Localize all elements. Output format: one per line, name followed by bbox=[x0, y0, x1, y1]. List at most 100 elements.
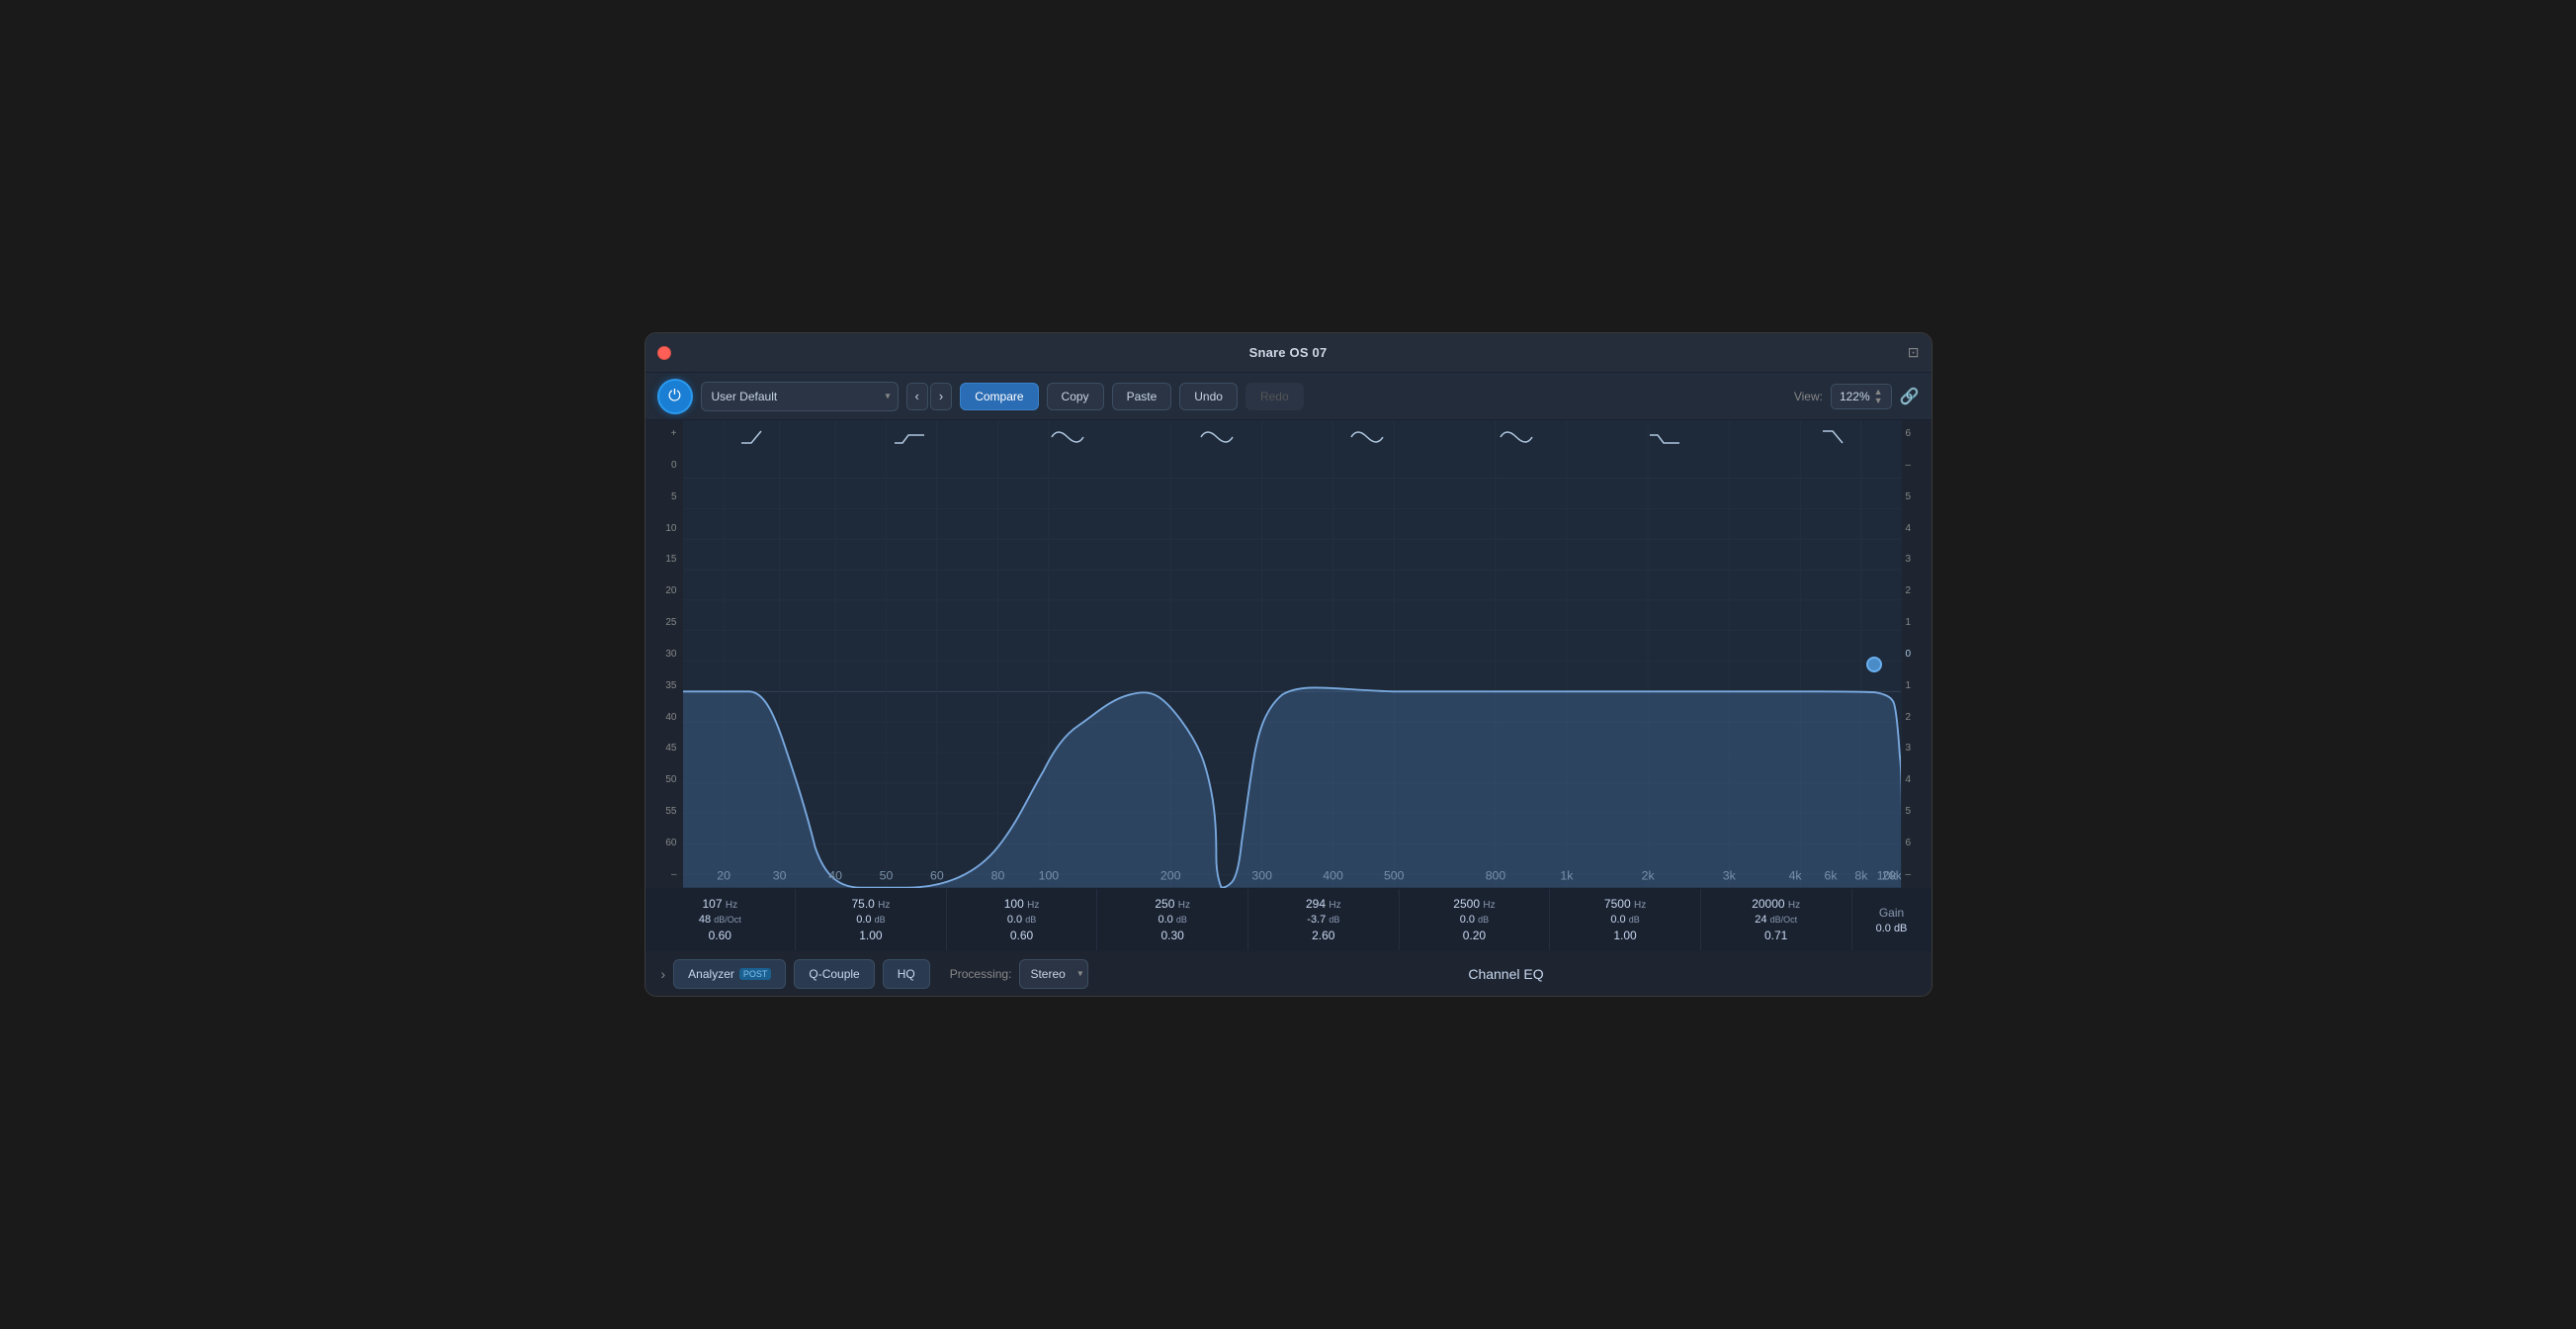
svg-text:4k: 4k bbox=[1788, 868, 1802, 882]
band8-freq: 20000 Hz bbox=[1752, 897, 1800, 911]
svg-text:80: 80 bbox=[990, 868, 1004, 882]
band-col-4: 250 Hz 0.0 dB 0.30 bbox=[1097, 889, 1248, 950]
toolbar: ⏻ User Default ▾ ‹ › Compare Copy Paste … bbox=[645, 373, 1932, 420]
band-icon-lowpass[interactable] bbox=[1805, 425, 1845, 449]
scale-60: 60 bbox=[645, 838, 677, 848]
rscale-6bot: 6 bbox=[1906, 838, 1932, 848]
rscale-5: 5 bbox=[1906, 491, 1932, 502]
rscale-2bot: 2 bbox=[1906, 712, 1932, 723]
eq-canvas[interactable]: 20 30 40 50 60 80 100 200 300 400 500 80… bbox=[683, 420, 1902, 888]
nav-back-button[interactable]: ‹ bbox=[906, 383, 928, 410]
svg-text:50: 50 bbox=[879, 868, 893, 882]
gain-col: Gain 0.0 dB bbox=[1852, 889, 1932, 950]
band-col-1: 107 Hz 48 dB/Oct 0.60 bbox=[645, 889, 797, 950]
link-icon[interactable]: 🔗 bbox=[1900, 387, 1920, 406]
scale-minus: – bbox=[645, 869, 677, 880]
scale-10: 10 bbox=[645, 523, 677, 534]
svg-text:20: 20 bbox=[717, 868, 730, 882]
bottom-title: Channel EQ bbox=[1468, 966, 1543, 982]
svg-text:2k: 2k bbox=[1641, 868, 1655, 882]
scale-35: 35 bbox=[645, 680, 677, 691]
eq-curve-svg[interactable]: 20 30 40 50 60 80 100 200 300 400 500 80… bbox=[683, 420, 1902, 888]
gain-handle[interactable] bbox=[1866, 657, 1882, 672]
band8-q: 0.71 bbox=[1764, 929, 1787, 942]
band1-q: 0.60 bbox=[709, 929, 731, 942]
close-button[interactable] bbox=[657, 346, 671, 360]
analyzer-button[interactable]: Analyzer POST bbox=[673, 959, 786, 989]
copy-button[interactable]: Copy bbox=[1047, 383, 1104, 410]
scale-0: 0 bbox=[645, 460, 677, 471]
band4-freq: 250 Hz bbox=[1155, 897, 1190, 911]
band-col-2: 75.0 Hz 0.0 dB 1.00 bbox=[796, 889, 947, 950]
band2-q: 1.00 bbox=[859, 929, 882, 942]
rscale-2: 2 bbox=[1906, 585, 1932, 596]
rscale-0: 0 bbox=[1906, 649, 1932, 660]
scale-5: 5 bbox=[645, 491, 677, 502]
bottom-bar: › Analyzer POST Q-Couple HQ Processing: … bbox=[645, 950, 1932, 996]
band5-db: -3.7 dB bbox=[1307, 914, 1339, 926]
view-stepper-icon[interactable]: ▲▼ bbox=[1874, 388, 1883, 405]
view-value-display[interactable]: 122% ▲▼ bbox=[1831, 384, 1892, 409]
band-icon-bell3[interactable] bbox=[1349, 425, 1385, 449]
redo-button[interactable]: Redo bbox=[1245, 383, 1304, 410]
band5-q: 2.60 bbox=[1312, 929, 1334, 942]
band6-db: 0.0 dB bbox=[1460, 914, 1489, 926]
band-icon-bell1[interactable] bbox=[1050, 425, 1085, 449]
scale-50: 50 bbox=[645, 774, 677, 785]
view-percent: 122% bbox=[1840, 390, 1870, 403]
rscale-4: 4 bbox=[1906, 523, 1932, 534]
post-badge: POST bbox=[739, 968, 772, 980]
nav-group: ‹ › bbox=[906, 383, 953, 410]
title-bar-left bbox=[657, 346, 671, 360]
undo-button[interactable]: Undo bbox=[1179, 383, 1238, 410]
window-resize-icon[interactable]: ⊡ bbox=[1908, 344, 1920, 360]
band7-freq: 7500 Hz bbox=[1604, 897, 1646, 911]
rscale-1top: 1 bbox=[1906, 617, 1932, 628]
paste-button[interactable]: Paste bbox=[1112, 383, 1172, 410]
scale-40: 40 bbox=[645, 712, 677, 723]
processing-select-wrap: Stereo ▾ bbox=[1019, 959, 1088, 989]
scale-plus: + bbox=[645, 428, 677, 439]
band1-db: 48 dB/Oct bbox=[699, 914, 741, 926]
svg-text:300: 300 bbox=[1251, 868, 1272, 882]
band-icon-lowshelf[interactable] bbox=[893, 425, 936, 449]
svg-text:30: 30 bbox=[772, 868, 786, 882]
q-couple-button[interactable]: Q-Couple bbox=[794, 959, 874, 989]
svg-text:40: 40 bbox=[828, 868, 842, 882]
scale-45: 45 bbox=[645, 743, 677, 753]
compare-button[interactable]: Compare bbox=[960, 383, 1038, 410]
nav-forward-button[interactable]: › bbox=[930, 383, 952, 410]
band-icon-highshelf[interactable] bbox=[1648, 425, 1691, 449]
scale-25: 25 bbox=[645, 617, 677, 628]
eq-left-scale: + 0 5 10 15 20 25 30 35 40 45 50 55 60 – bbox=[645, 420, 683, 888]
band2-freq: 75.0 Hz bbox=[851, 897, 890, 911]
processing-select[interactable]: Stereo bbox=[1019, 959, 1088, 989]
eq-right-scale: 6 – 5 4 3 2 1 0 1 2 3 4 5 6 – bbox=[1902, 420, 1932, 888]
power-button[interactable]: ⏻ bbox=[657, 379, 693, 414]
scale-30: 30 bbox=[645, 649, 677, 660]
eq-band-info: 107 Hz 48 dB/Oct 0.60 75.0 Hz 0.0 dB 1.0… bbox=[645, 888, 1932, 950]
band-icon-bell2[interactable] bbox=[1199, 425, 1235, 449]
band8-db: 24 dB/Oct bbox=[1755, 914, 1797, 926]
svg-text:60: 60 bbox=[930, 868, 944, 882]
svg-text:200: 200 bbox=[1159, 868, 1180, 882]
band-icon-highpass[interactable] bbox=[739, 425, 779, 449]
rscale-5bot: 5 bbox=[1906, 806, 1932, 817]
expand-chevron-icon[interactable]: › bbox=[661, 966, 666, 982]
rscale-dash2: – bbox=[1906, 869, 1932, 880]
eq-area: + 0 5 10 15 20 25 30 35 40 45 50 55 60 – bbox=[645, 420, 1932, 888]
hq-button[interactable]: HQ bbox=[883, 959, 930, 989]
band3-freq: 100 Hz bbox=[1004, 897, 1040, 911]
band7-q: 1.00 bbox=[1613, 929, 1636, 942]
band-col-3: 100 Hz 0.0 dB 0.60 bbox=[947, 889, 1098, 950]
svg-text:6k: 6k bbox=[1824, 868, 1838, 882]
preset-dropdown[interactable]: User Default bbox=[701, 382, 899, 411]
band-col-7: 7500 Hz 0.0 dB 1.00 bbox=[1550, 889, 1701, 950]
band-icon-bell4[interactable] bbox=[1499, 425, 1534, 449]
rscale-3bot: 3 bbox=[1906, 743, 1932, 753]
rscale-4bot: 4 bbox=[1906, 774, 1932, 785]
band4-db: 0.0 dB bbox=[1159, 914, 1187, 926]
svg-text:400: 400 bbox=[1323, 868, 1343, 882]
band-col-5: 294 Hz -3.7 dB 2.60 bbox=[1248, 889, 1400, 950]
svg-text:100: 100 bbox=[1038, 868, 1059, 882]
